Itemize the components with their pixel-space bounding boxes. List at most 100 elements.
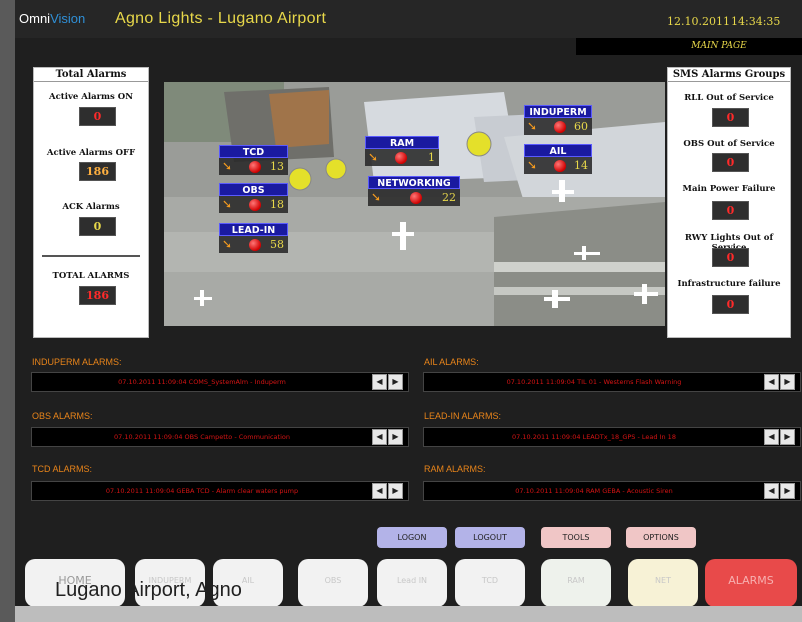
prev-alarm-button[interactable]: ◀	[764, 429, 779, 445]
next-alarm-button[interactable]: ▶	[780, 374, 795, 390]
alarm-message: 07.10.2011 11:09:04 GEBA TCD - Alarm cle…	[105, 487, 299, 495]
tag-count: 13	[270, 160, 284, 173]
map-tag-obs[interactable]: OBS ➘ 18	[219, 183, 288, 213]
options-button[interactable]: OPTIONS	[626, 527, 696, 548]
map-tag-tcd[interactable]: TCD ➘ 13	[219, 145, 288, 175]
alarm-light-icon	[554, 160, 566, 172]
prev-alarm-button[interactable]: ◀	[372, 374, 387, 390]
nav-lead-in-button[interactable]: Lead IN	[377, 559, 447, 606]
active-on-value: 0	[79, 107, 116, 126]
sms-group-value: 0	[712, 108, 749, 127]
app-title: Agno Lights - Lugano Airport	[115, 10, 327, 27]
arrow-icon: ➘	[368, 150, 379, 164]
airport-map: INDUPERM ➘ 60 RAM ➘ 1 TCD ➘ 13 AIL ➘ 14 …	[164, 82, 665, 326]
next-alarm-button[interactable]: ▶	[780, 429, 795, 445]
tag-body: ➘ 13	[219, 158, 288, 175]
obs-alarms-label: OBS ALARMS:	[32, 411, 93, 421]
total-alarms-value: 186	[79, 286, 116, 305]
nav-alarms-button[interactable]: ALARMS	[705, 559, 797, 606]
map-tag-lead-in[interactable]: LEAD-IN ➘ 58	[219, 223, 288, 253]
prev-alarm-button[interactable]: ◀	[372, 483, 387, 499]
tag-body: ➘ 1	[365, 149, 439, 166]
alarm-message: 07.10.2011 11:09:04 TIL 01 - Westerns Fl…	[506, 378, 682, 386]
panel-title: Total Alarms	[34, 68, 148, 82]
total-alarms-panel: Total Alarms Active Alarms ON 0 Active A…	[33, 67, 149, 338]
tag-name: TCD	[219, 145, 288, 158]
prev-alarm-button[interactable]: ◀	[764, 483, 779, 499]
page-name-tag: MAIN PAGE	[576, 38, 802, 55]
alarm-message: 07.10.2011 11:09:04 OBS Campetto - Commu…	[114, 433, 290, 441]
nav-net-button[interactable]: NET	[628, 559, 698, 606]
map-tag-induperm[interactable]: INDUPERM ➘ 60	[524, 105, 592, 135]
sms-group-value: 0	[712, 201, 749, 220]
arrow-icon: ➘	[527, 119, 538, 133]
lead-in-alarm-bar[interactable]: 07.10.2011 11:09:04 LEADTx_18_GPS - Lead…	[423, 427, 801, 447]
nav-tcd-button[interactable]: TCD	[455, 559, 525, 606]
omnivision-logo: OmniVision	[19, 11, 85, 26]
ack-value: 0	[79, 217, 116, 236]
tag-body: ➘ 58	[219, 236, 288, 253]
sms-group-value: 0	[712, 153, 749, 172]
alarm-light-icon	[395, 152, 407, 164]
arrow-icon: ➘	[527, 158, 538, 172]
tag-count: 1	[428, 151, 435, 164]
tag-count: 22	[442, 191, 456, 204]
sms-group-label: RLL Out of Service	[684, 93, 774, 103]
alarm-light-icon	[249, 161, 261, 173]
total-alarms-label: TOTAL ALARMS	[52, 271, 130, 281]
ram-alarm-bar[interactable]: 07.10.2011 11:09:04 RAM GEBA - Acoustic …	[423, 481, 801, 501]
next-alarm-button[interactable]: ▶	[388, 374, 403, 390]
tools-button[interactable]: TOOLS	[541, 527, 611, 548]
next-alarm-button[interactable]: ▶	[388, 429, 403, 445]
alarm-light-icon	[249, 239, 261, 251]
panel-title: SMS Alarms Groups	[668, 68, 790, 82]
image-caption: Lugano Airport, Agno	[55, 579, 242, 601]
title-bar: OmniVision Agno Lights - Lugano Airport …	[15, 0, 802, 38]
panel-divider	[42, 255, 140, 257]
obs-alarm-bar[interactable]: 07.10.2011 11:09:04 OBS Campetto - Commu…	[31, 427, 409, 447]
arrow-icon: ➘	[371, 190, 382, 204]
induperm-alarm-bar[interactable]: 07.10.2011 11:09:04 COMS_SystemAlm - Ind…	[31, 372, 409, 392]
left-edge	[0, 0, 15, 622]
ail-alarms-label: AIL ALARMS:	[424, 357, 479, 367]
tag-body: ➘ 60	[524, 118, 592, 135]
prev-alarm-button[interactable]: ◀	[764, 374, 779, 390]
logon-button[interactable]: LOGON	[377, 527, 447, 548]
next-alarm-button[interactable]: ▶	[388, 483, 403, 499]
alarm-light-icon	[410, 192, 422, 204]
tag-name: LEAD-IN	[219, 223, 288, 236]
map-tag-ram[interactable]: RAM ➘ 1	[365, 136, 439, 166]
nav-obs-button[interactable]: OBS	[298, 559, 368, 606]
alarm-message: 07.10.2011 11:09:04 LEADTx_18_GPS - Lead…	[512, 433, 676, 441]
arrow-icon: ➘	[222, 237, 233, 251]
alarm-light-icon	[249, 199, 261, 211]
tag-body: ➘ 22	[368, 189, 460, 206]
tag-count: 18	[270, 198, 284, 211]
tcd-alarms-label: TCD ALARMS:	[32, 464, 93, 474]
tag-name: NETWORKING	[368, 176, 460, 189]
alarm-message: 07.10.2011 11:09:04 COMS_SystemAlm - Ind…	[118, 378, 286, 386]
tcd-alarm-bar[interactable]: 07.10.2011 11:09:04 GEBA TCD - Alarm cle…	[31, 481, 409, 501]
logout-button[interactable]: LOGOUT	[455, 527, 525, 548]
lead-in-alarms-label: LEAD-IN ALARMS:	[424, 411, 502, 421]
next-alarm-button[interactable]: ▶	[780, 483, 795, 499]
date-display: 12.10.2011	[667, 15, 730, 28]
scada-window: OmniVision Agno Lights - Lugano Airport …	[15, 0, 802, 606]
sms-group-value: 0	[712, 295, 749, 314]
logo-omni: Omni	[19, 11, 51, 26]
footer-strip	[15, 606, 802, 622]
map-tag-ail[interactable]: AIL ➘ 14	[524, 144, 592, 174]
prev-alarm-button[interactable]: ◀	[372, 429, 387, 445]
sms-group-value: 0	[712, 248, 749, 267]
ail-alarm-bar[interactable]: 07.10.2011 11:09:04 TIL 01 - Westerns Fl…	[423, 372, 801, 392]
tag-count: 14	[574, 159, 588, 172]
nav-ram-button[interactable]: RAM	[541, 559, 611, 606]
tag-name: RAM	[365, 136, 439, 149]
time-display: 14:34:35	[731, 15, 781, 28]
sms-group-label: Main Power Failure	[682, 184, 776, 194]
map-tag-networking[interactable]: NETWORKING ➘ 22	[368, 176, 460, 206]
tag-name: INDUPERM	[524, 105, 592, 118]
tag-name: OBS	[219, 183, 288, 196]
active-on-label: Active Alarms ON	[49, 92, 133, 102]
sms-alarms-groups-panel: SMS Alarms Groups RLL Out of Service 0 O…	[667, 67, 791, 338]
